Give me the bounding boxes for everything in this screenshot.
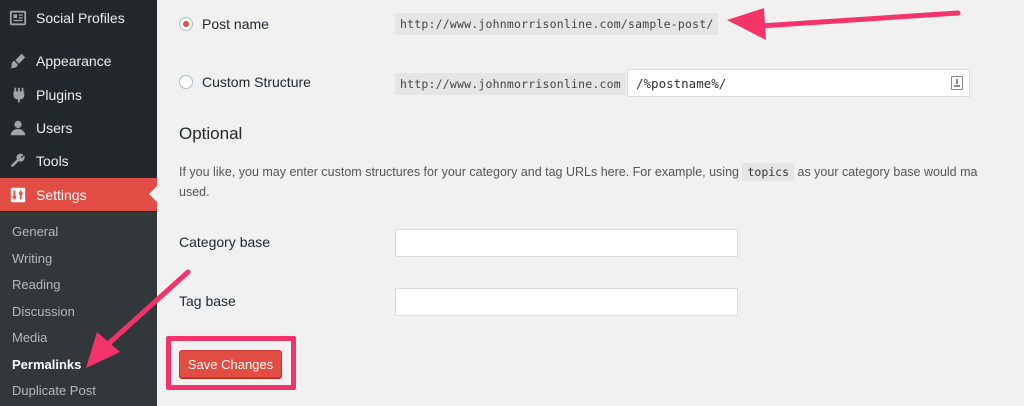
menu-label: Settings [36, 186, 87, 203]
submenu-item-writing[interactable]: Writing [12, 251, 52, 266]
tag-base-label: Tag base [179, 293, 236, 309]
menu-item-settings[interactable]: Settings [0, 178, 157, 211]
submenu-item-reading[interactable]: Reading [12, 277, 60, 292]
desc-text-after: as your category base would ma [797, 165, 978, 179]
custom-structure-prefix: http://www.johnmorrisonline.com [395, 73, 626, 95]
submenu-item-general[interactable]: General [12, 224, 58, 239]
admin-sidebar: Social Profiles Appearance Plugins Users… [0, 0, 157, 406]
post-name-radio[interactable] [179, 17, 193, 31]
post-name-label: Post name [202, 16, 269, 32]
menu-label: Plugins [36, 86, 82, 103]
wrench-icon [8, 151, 28, 171]
save-changes-button[interactable]: Save Changes [179, 350, 282, 378]
settings-submenu: General Writing Reading Discussion Media… [0, 212, 157, 406]
menu-item-social-profiles[interactable]: Social Profiles [0, 1, 157, 34]
tag-base-input[interactable] [395, 288, 738, 316]
menu-label: Appearance [36, 52, 112, 69]
custom-structure-radio[interactable] [179, 75, 193, 89]
optional-heading: Optional [179, 124, 243, 143]
social-profiles-icon [8, 8, 28, 28]
paintbrush-icon [8, 51, 28, 71]
plugin-icon [8, 85, 28, 105]
menu-item-appearance[interactable]: Appearance [0, 44, 157, 77]
settings-sliders-icon [8, 185, 28, 205]
custom-structure-input[interactable]: /%postname%/ [627, 69, 970, 97]
custom-structure-label: Custom Structure [202, 74, 311, 90]
desc-text: If you like, you may enter custom struct… [179, 165, 739, 179]
desc-code: topics [742, 163, 795, 181]
menu-item-tools[interactable]: Tools [0, 144, 157, 177]
custom-structure-value: /%postname%/ [636, 76, 727, 91]
category-base-input[interactable] [395, 229, 738, 257]
submenu-item-permalinks[interactable]: Permalinks [12, 357, 81, 372]
submenu-item-duplicate-post[interactable]: Duplicate Post [12, 383, 96, 398]
annotation-arrow-url [727, 8, 961, 40]
menu-label: Tools [36, 152, 69, 169]
optional-description: If you like, you may enter custom struct… [179, 162, 1024, 202]
menu-label: Users [36, 119, 73, 136]
post-name-example-url: http://www.johnmorrisonline.com/sample-p… [395, 13, 719, 35]
category-base-label: Category base [179, 234, 271, 250]
menu-item-users[interactable]: Users [0, 111, 157, 144]
menu-item-plugins[interactable]: Plugins [0, 78, 157, 111]
menu-label: Social Profiles [36, 9, 125, 26]
desc-text-line2: used. [179, 185, 210, 199]
submenu-item-discussion[interactable]: Discussion [12, 304, 75, 319]
submenu-item-media[interactable]: Media [12, 330, 47, 345]
input-card-icon [951, 76, 963, 90]
user-icon [8, 118, 28, 138]
